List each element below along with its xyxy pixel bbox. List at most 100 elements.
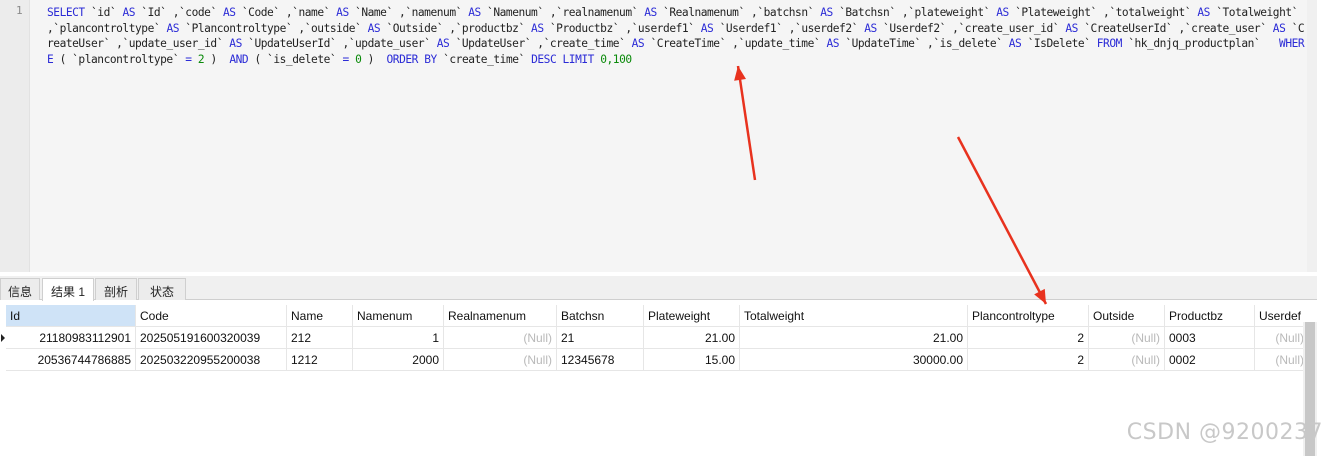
sql-token: `UpdateUser` ,	[455, 37, 544, 51]
table-cell[interactable]: (Null)	[1089, 327, 1165, 349]
sql-token: ( `plancontroltype`	[59, 52, 186, 66]
sql-token: AS	[700, 21, 720, 35]
sql-token: AS	[631, 37, 651, 51]
table-row[interactable]: 21180983112901 202505191600320039 212 1 (Nul…	[0, 327, 1303, 349]
table-cell[interactable]: (Null)	[1255, 349, 1303, 371]
sql-token: `namenum`	[405, 6, 469, 19]
watermark: CSDN @9200237	[1126, 420, 1323, 445]
column-header[interactable]: Name	[287, 305, 353, 327]
result-tabbar: 信息 结果 1 剖析 状态	[0, 276, 1317, 301]
column-header[interactable]: Plateweight	[644, 305, 740, 327]
sql-token: `UpdateTime` ,	[845, 37, 934, 51]
column-header[interactable]: Userdef	[1255, 305, 1303, 327]
sql-token: `name`	[292, 6, 337, 19]
table-cell[interactable]: 0003	[1165, 327, 1255, 349]
result-grid[interactable]: Id Code Name Namenum Realnamenum Batchsn Plate…	[0, 305, 1303, 456]
table-cell[interactable]: 212	[287, 327, 353, 349]
sql-token: `Name` ,	[355, 6, 406, 19]
sql-token: `IsDelete`	[1027, 37, 1097, 51]
table-cell[interactable]: 30000.00	[740, 349, 968, 371]
editor-scrollbar[interactable]	[1307, 0, 1317, 272]
sql-token: `hk_dnjq_productplan`	[1128, 37, 1280, 51]
sql-token: AS	[826, 37, 846, 51]
column-header[interactable]: Namenum	[353, 305, 444, 327]
table-row[interactable]: 20536744786885 202503220955200038 1212 2000…	[0, 349, 1303, 371]
sql-token: `CreateTime` ,	[650, 37, 739, 51]
sql-token: AS	[1008, 37, 1028, 51]
table-cell[interactable]: 12345678	[557, 349, 644, 371]
table-cell[interactable]: 1	[353, 327, 444, 349]
sql-token: `Code` ,	[241, 6, 293, 19]
sql-token: AS	[996, 6, 1016, 19]
sql-token: AS	[166, 21, 186, 35]
table-cell[interactable]: 2	[968, 327, 1089, 349]
column-header[interactable]: Realnamenum	[444, 305, 557, 327]
table-cell[interactable]: 0002	[1165, 349, 1255, 371]
sql-token: `Plancontroltype` ,	[185, 21, 305, 35]
tab-status[interactable]: 状态	[138, 278, 186, 300]
line-gutter: 1	[0, 0, 30, 272]
column-header[interactable]: Productbz	[1165, 305, 1255, 327]
table-cell[interactable]: 2	[968, 349, 1089, 371]
sql-editor[interactable]: 1 SELECT `id` AS `Id` ,`code` AS `Code` …	[0, 0, 1317, 272]
sql-token: =	[342, 52, 356, 66]
column-header[interactable]: Plancontroltype	[968, 305, 1089, 327]
sql-token: AS	[1197, 6, 1217, 19]
table-cell[interactable]: 1212	[287, 349, 353, 371]
table-cell[interactable]: 21.00	[644, 327, 740, 349]
sql-token: AND	[229, 52, 255, 66]
table-cell[interactable]: 15.00	[644, 349, 740, 371]
sql-token: `Realnamenum` ,	[663, 6, 758, 19]
table-cell[interactable]: (Null)	[1089, 349, 1165, 371]
sql-token: `UpdateUserId` ,	[248, 37, 349, 51]
table-cell[interactable]: 2000	[353, 349, 444, 371]
sql-token: FROM	[1096, 37, 1129, 51]
sql-token: `Userdef2` ,	[883, 21, 959, 35]
table-cell[interactable]: (Null)	[444, 349, 557, 371]
table-cell[interactable]: 21	[557, 327, 644, 349]
tab-result-1[interactable]: 结果 1	[42, 278, 94, 301]
sql-token: SELECT	[47, 6, 91, 19]
sql-token: `userdef1`	[631, 21, 701, 35]
table-cell[interactable]: (Null)	[444, 327, 557, 349]
sql-token: `realnamenum`	[556, 6, 645, 19]
sql-token: `plancontroltype`	[53, 21, 167, 35]
sql-token: DESC LIMIT	[531, 52, 601, 66]
sql-token: ORDER BY	[386, 52, 444, 66]
sql-token: )	[204, 52, 230, 66]
sql-token: 0,100	[600, 52, 632, 66]
sql-token: `batchsn`	[757, 6, 821, 19]
sql-token: `update_user`	[348, 37, 437, 51]
table-cell[interactable]: 21180983112901	[6, 327, 136, 349]
sql-token: AS	[820, 6, 840, 19]
tab-profile[interactable]: 剖析	[95, 278, 137, 300]
column-header[interactable]: Totalweight	[740, 305, 968, 327]
sql-token: `userdef2`	[795, 21, 865, 35]
sql-token: =	[185, 52, 198, 66]
table-cell[interactable]: (Null)	[1255, 327, 1303, 349]
column-header[interactable]: Batchsn	[557, 305, 644, 327]
sql-token: `plateweight`	[908, 6, 997, 19]
sql-token: `Productbz` ,	[549, 21, 632, 35]
sql-token: `is_delete`	[933, 37, 1009, 51]
column-header[interactable]: Outside	[1089, 305, 1165, 327]
sql-token: AS	[223, 6, 242, 19]
sql-token: AS	[1272, 21, 1292, 35]
sql-token: `code`	[179, 6, 224, 19]
table-cell[interactable]: 20536744786885	[6, 349, 136, 371]
table-cell[interactable]: 202505191600320039	[136, 327, 287, 349]
sql-token: AS	[122, 6, 142, 19]
column-header[interactable]: Code	[136, 305, 287, 327]
table-cell[interactable]: 21.00	[740, 327, 968, 349]
sql-token: AS	[468, 6, 488, 19]
tab-info[interactable]: 信息	[0, 278, 40, 300]
sql-token: `outside`	[304, 21, 368, 35]
sql-token: `id`	[91, 6, 123, 19]
sql-token: AS	[367, 21, 387, 35]
table-cell[interactable]: 202503220955200038	[136, 349, 287, 371]
sql-token: `update_user_id`	[122, 37, 230, 51]
column-header[interactable]: Id	[6, 305, 136, 327]
sql-token: `productbz`	[455, 21, 532, 35]
sql-token: )	[361, 52, 387, 66]
sql-query-text[interactable]: SELECT `id` AS `Id` ,`code` AS `Code` ,`…	[47, 5, 1309, 67]
